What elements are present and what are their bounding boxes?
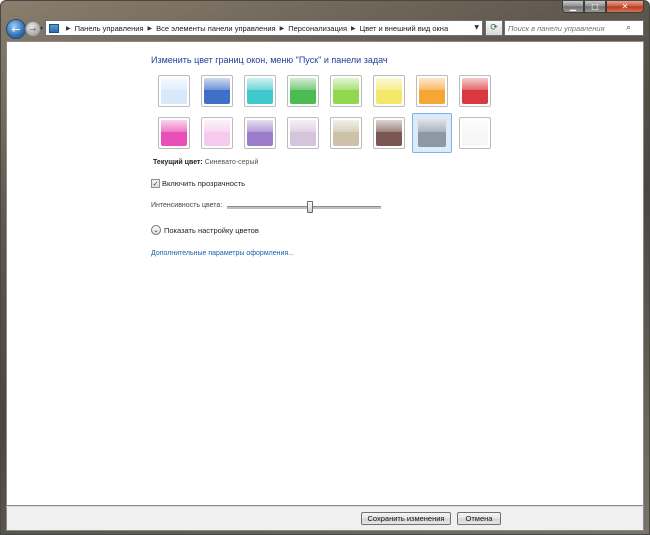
color-swatch-taupe[interactable] [330, 117, 362, 149]
save-button[interactable]: Сохранить изменения [361, 512, 451, 525]
color-swatch-sky[interactable] [158, 75, 190, 107]
color-swatch-blush[interactable] [201, 117, 233, 149]
color-swatch-frost[interactable] [459, 117, 491, 149]
window-frame: ▁ □ ✕ ← → ▾ ▶ Панель управления ▶ Все эл… [0, 0, 650, 535]
color-swatch-ruby[interactable] [459, 75, 491, 107]
color-swatch-lime[interactable] [330, 75, 362, 107]
transparency-label[interactable]: Включить прозрачность [162, 179, 245, 188]
refresh-button[interactable]: ⟳ [485, 20, 503, 36]
title-bar[interactable]: ▁ □ ✕ [1, 1, 649, 15]
close-button[interactable]: ✕ [606, 1, 644, 13]
current-color-value: Синевато-серый [204, 159, 259, 166]
minimize-button[interactable]: ▁ [562, 1, 584, 13]
maximize-button[interactable]: □ [584, 1, 606, 13]
transparency-option[interactable]: ✓ Включить прозрачность [151, 179, 245, 188]
color-swatch-twilight[interactable] [201, 75, 233, 107]
search-icon[interactable]: ⌕ [626, 23, 631, 33]
search-input[interactable] [505, 23, 626, 33]
navigation-bar: ← → ▾ ▶ Панель управления ▶ Все элементы… [1, 15, 649, 41]
swatch-color-fill [462, 78, 488, 104]
swatch-color-fill [290, 120, 316, 146]
chevron-down-icon[interactable]: ⌄ [151, 225, 161, 235]
color-swatch-violet[interactable] [244, 117, 276, 149]
intensity-slider-thumb[interactable] [307, 201, 314, 213]
swatch-color-fill [204, 78, 230, 104]
intensity-label: Интенсивность цвета: [151, 202, 223, 209]
swatch-color-fill [333, 120, 359, 146]
swatch-color-fill [290, 78, 316, 104]
cancel-button[interactable]: Отмена [457, 512, 501, 525]
refresh-icon: ⟳ [490, 23, 498, 33]
chevron-right-icon[interactable]: ▶ [351, 25, 356, 32]
caption-buttons: ▁ □ ✕ [562, 1, 644, 13]
swatch-color-fill [247, 78, 273, 104]
current-color-label: Текущий цвет: [153, 159, 203, 166]
recent-pages-dropdown-icon[interactable]: ▾ [40, 25, 43, 32]
swatch-color-fill [161, 78, 187, 104]
forward-button[interactable]: → [25, 21, 41, 37]
swatch-color-fill [376, 120, 402, 146]
color-swatch-lavender[interactable] [287, 117, 319, 149]
swatch-color-fill [418, 119, 446, 147]
address-dropdown-icon[interactable]: ▼ [474, 24, 479, 31]
intensity-slider-track[interactable] [227, 206, 381, 209]
swatch-color-fill [204, 120, 230, 146]
back-button[interactable]: ← [6, 19, 26, 39]
color-swatch-sea[interactable] [244, 75, 276, 107]
transparency-checkbox[interactable]: ✓ [151, 179, 160, 188]
footer-bar: Сохранить изменения Отмена [6, 506, 644, 531]
breadcrumb-control-panel[interactable]: Панель управления [75, 24, 144, 33]
address-bar[interactable]: ▶ Панель управления ▶ Все элементы панел… [45, 20, 483, 36]
swatch-color-fill [419, 78, 445, 104]
show-color-mixer[interactable]: ⌄ Показать настройку цветов [151, 225, 259, 235]
control-panel-icon [49, 23, 59, 33]
color-swatch-slate[interactable] [412, 113, 452, 153]
advanced-appearance-link[interactable]: Дополнительные параметры оформления... [151, 250, 294, 257]
swatch-color-fill [161, 120, 187, 146]
chevron-right-icon[interactable]: ▶ [148, 25, 153, 32]
color-swatch-chocolate[interactable] [373, 117, 405, 149]
swatch-color-fill [462, 120, 488, 146]
color-swatch-pumpkin[interactable] [416, 75, 448, 107]
chevron-right-icon[interactable]: ▶ [66, 25, 71, 32]
swatch-color-fill [333, 78, 359, 104]
color-swatch-leaf[interactable] [287, 75, 319, 107]
swatch-color-fill [247, 120, 273, 146]
main-content: Изменить цвет границ окон, меню "Пуск" и… [6, 41, 644, 506]
breadcrumb-all-items[interactable]: Все элементы панели управления [156, 24, 275, 33]
breadcrumb-window-color[interactable]: Цвет и внешний вид окна [360, 24, 448, 33]
color-swatch-fuchsia[interactable] [158, 117, 190, 149]
swatch-color-fill [376, 78, 402, 104]
current-color: Текущий цвет: Синевато-серый [153, 159, 258, 166]
show-color-mixer-label[interactable]: Показать настройку цветов [164, 226, 259, 235]
search-box[interactable]: ⌕ [504, 20, 644, 36]
chevron-right-icon[interactable]: ▶ [280, 25, 285, 32]
page-heading: Изменить цвет границ окон, меню "Пуск" и… [151, 55, 388, 65]
breadcrumb-personalization[interactable]: Персонализация [288, 24, 347, 33]
color-swatch-lemon[interactable] [373, 75, 405, 107]
